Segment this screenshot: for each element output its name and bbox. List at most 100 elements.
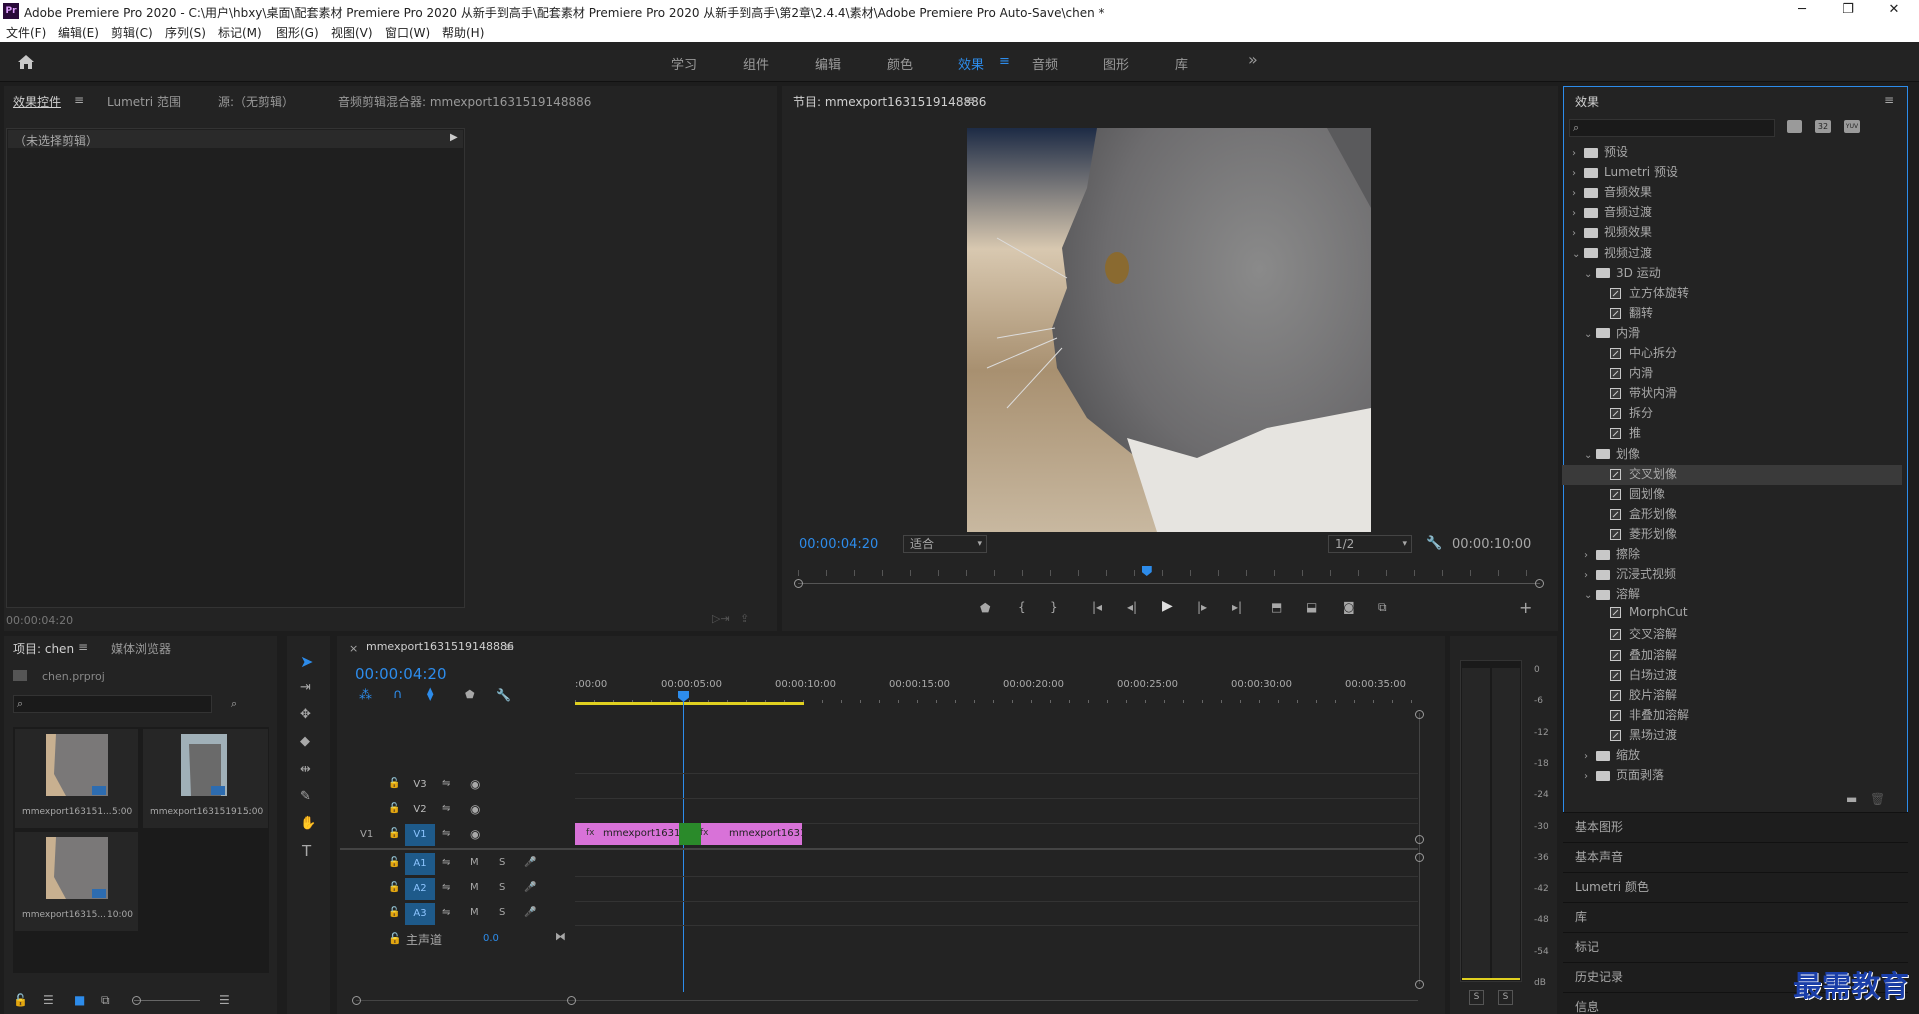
mark-out-icon[interactable]: }: [1050, 600, 1058, 614]
eye-icon[interactable]: ◉: [470, 827, 480, 841]
button-editor-plus-icon[interactable]: +: [1519, 598, 1532, 617]
32bit-effects-icon[interactable]: 32: [1815, 120, 1831, 133]
master-volume-value[interactable]: 0.0: [483, 933, 499, 944]
icon-view-icon[interactable]: ■: [74, 993, 85, 1007]
wrench-icon[interactable]: 🔧: [1426, 536, 1442, 551]
menu-graphics[interactable]: 图形(G): [276, 24, 319, 41]
sequence-tab[interactable]: mmexport1631519148886: [366, 640, 514, 653]
side-panel-tab[interactable]: 基本声音: [1575, 848, 1623, 865]
sync-lock-icon[interactable]: ⇋: [442, 778, 450, 789]
hand-tool-icon[interactable]: ✋: [300, 816, 316, 831]
effects-folder[interactable]: › 擦除: [1562, 545, 1902, 565]
eye-icon[interactable]: ◉: [470, 777, 480, 791]
chevron-right-icon[interactable]: ›: [1584, 550, 1596, 561]
sync-lock-icon[interactable]: ⇋: [442, 882, 450, 893]
solo-left-button[interactable]: S: [1469, 990, 1484, 1005]
side-panel-tab[interactable]: 历史记录: [1575, 968, 1623, 985]
workspace-effects[interactable]: 效果: [958, 54, 984, 73]
track-target-a1[interactable]: A1: [405, 853, 435, 875]
program-video-frame[interactable]: [967, 128, 1371, 532]
chevron-right-icon[interactable]: ›: [1572, 208, 1584, 219]
effects-folder[interactable]: › 页面剥落: [1562, 766, 1902, 786]
effects-folder[interactable]: › 音频效果: [1562, 183, 1902, 203]
program-scrubber-track[interactable]: [798, 583, 1540, 584]
nest-icon[interactable]: ⁂: [359, 688, 372, 703]
chevron-down-icon[interactable]: ⌄: [1584, 450, 1596, 461]
play-icon[interactable]: ▶: [1162, 598, 1173, 614]
transition-block[interactable]: [679, 823, 701, 845]
fit-dropdown[interactable]: 适合 ▾: [903, 535, 987, 553]
menu-clip[interactable]: 剪辑(C): [111, 24, 153, 41]
effect-item[interactable]: 内滑: [1562, 364, 1902, 384]
effects-folder[interactable]: ⌄ 3D 运动: [1562, 264, 1902, 284]
hscroll-handle[interactable]: [352, 996, 361, 1005]
pen-tool-icon[interactable]: ✎: [300, 789, 311, 804]
effect-item[interactable]: 交叉溶解: [1562, 625, 1902, 645]
menu-edit[interactable]: 编辑(E): [58, 24, 99, 41]
menu-file[interactable]: 文件(F): [6, 24, 46, 41]
effects-menu-icon[interactable]: ≡: [1884, 93, 1894, 107]
side-panel-tab[interactable]: 标记: [1575, 938, 1599, 955]
workspace-assembly[interactable]: 组件: [743, 54, 769, 73]
tab-source[interactable]: 源:（无剪辑）: [218, 93, 294, 110]
add-marker-icon[interactable]: ⬟: [980, 601, 990, 615]
chevron-right-icon[interactable]: ›: [1572, 228, 1584, 239]
effect-item[interactable]: 交叉划像: [1562, 464, 1902, 485]
effect-item[interactable]: 带状内滑: [1562, 384, 1902, 404]
effects-folder[interactable]: › 沉浸式视频: [1562, 565, 1902, 585]
effect-item[interactable]: 立方体旋转: [1562, 284, 1902, 304]
go-to-out-icon[interactable]: ▸|: [1232, 600, 1242, 614]
project-item[interactable]: mmexport163151... 5:00: [15, 729, 138, 828]
project-item[interactable]: mmexport16315191... 5:00: [143, 729, 268, 828]
eye-icon[interactable]: ◉: [470, 802, 480, 816]
vscroll-handle[interactable]: [1415, 853, 1424, 862]
ripple-edit-tool-icon[interactable]: ✥: [300, 707, 311, 722]
resolution-dropdown[interactable]: 1/2 ▾: [1328, 535, 1412, 553]
timeline-menu-icon[interactable]: ≡: [504, 640, 514, 654]
tab-audio-clip-mixer[interactable]: 音频剪辑混合器: mmexport1631519148886: [338, 93, 591, 110]
vscroll-handle[interactable]: [1415, 835, 1424, 844]
menu-marker[interactable]: 标记(M): [218, 24, 262, 41]
menu-help[interactable]: 帮助(H): [442, 24, 484, 41]
mute-button[interactable]: M: [470, 882, 479, 893]
camera-icon[interactable]: ◙: [1343, 600, 1355, 614]
effect-item[interactable]: 中心拆分: [1562, 344, 1902, 364]
workspace-effects-menu-icon[interactable]: ≡: [999, 54, 1010, 69]
razor-tool-icon[interactable]: ◆: [300, 734, 310, 749]
microphone-icon[interactable]: 🎤: [524, 907, 536, 918]
share-icon[interactable]: ⇪: [740, 612, 749, 625]
effect-item[interactable]: 菱形划像: [1562, 525, 1902, 545]
yuv-effects-icon[interactable]: YUV: [1844, 120, 1860, 133]
solo-button[interactable]: S: [499, 882, 505, 893]
workspace-graphics[interactable]: 图形: [1103, 54, 1129, 73]
program-current-timecode[interactable]: 00:00:04:20: [799, 537, 878, 552]
close-button[interactable]: ✕: [1871, 0, 1917, 22]
source-patch-v1[interactable]: V1: [360, 829, 373, 840]
delete-icon[interactable]: 🗑: [1870, 792, 1885, 806]
workspace-audio[interactable]: 音频: [1032, 54, 1058, 73]
step-back-icon[interactable]: ◂|: [1127, 600, 1137, 614]
linked-selection-icon[interactable]: ⧫: [427, 687, 433, 702]
mute-button[interactable]: M: [470, 857, 479, 868]
side-panel-tab[interactable]: Lumetri 颜色: [1575, 878, 1649, 895]
menu-window[interactable]: 窗口(W): [385, 24, 430, 41]
effects-search-input[interactable]: ⌕: [1569, 119, 1775, 137]
hscroll-handle[interactable]: [567, 996, 576, 1005]
chevron-right-icon[interactable]: ›: [1572, 188, 1584, 199]
effect-item[interactable]: 拆分: [1562, 404, 1902, 424]
chevron-right-icon[interactable]: ›: [1584, 771, 1596, 782]
timeline-hscroll[interactable]: [356, 1000, 1418, 1001]
type-tool-icon[interactable]: T: [302, 842, 311, 860]
extract-icon[interactable]: ⬓: [1306, 600, 1317, 614]
list-view-icon[interactable]: ☰: [43, 993, 54, 1007]
side-panel-tab[interactable]: 库: [1575, 908, 1587, 925]
maximize-button[interactable]: ❐: [1825, 0, 1871, 22]
sync-lock-icon[interactable]: ⇋: [442, 907, 450, 918]
mute-button[interactable]: M: [470, 907, 479, 918]
find-icon[interactable]: ⌕: [231, 697, 237, 711]
side-panel-tab[interactable]: 信息: [1575, 998, 1599, 1014]
selection-tool-icon[interactable]: ➤: [300, 652, 313, 671]
scrubber-left-handle[interactable]: [794, 579, 803, 588]
workspace-learning[interactable]: 学习: [671, 54, 697, 73]
effect-item[interactable]: 白场过渡: [1562, 666, 1902, 686]
